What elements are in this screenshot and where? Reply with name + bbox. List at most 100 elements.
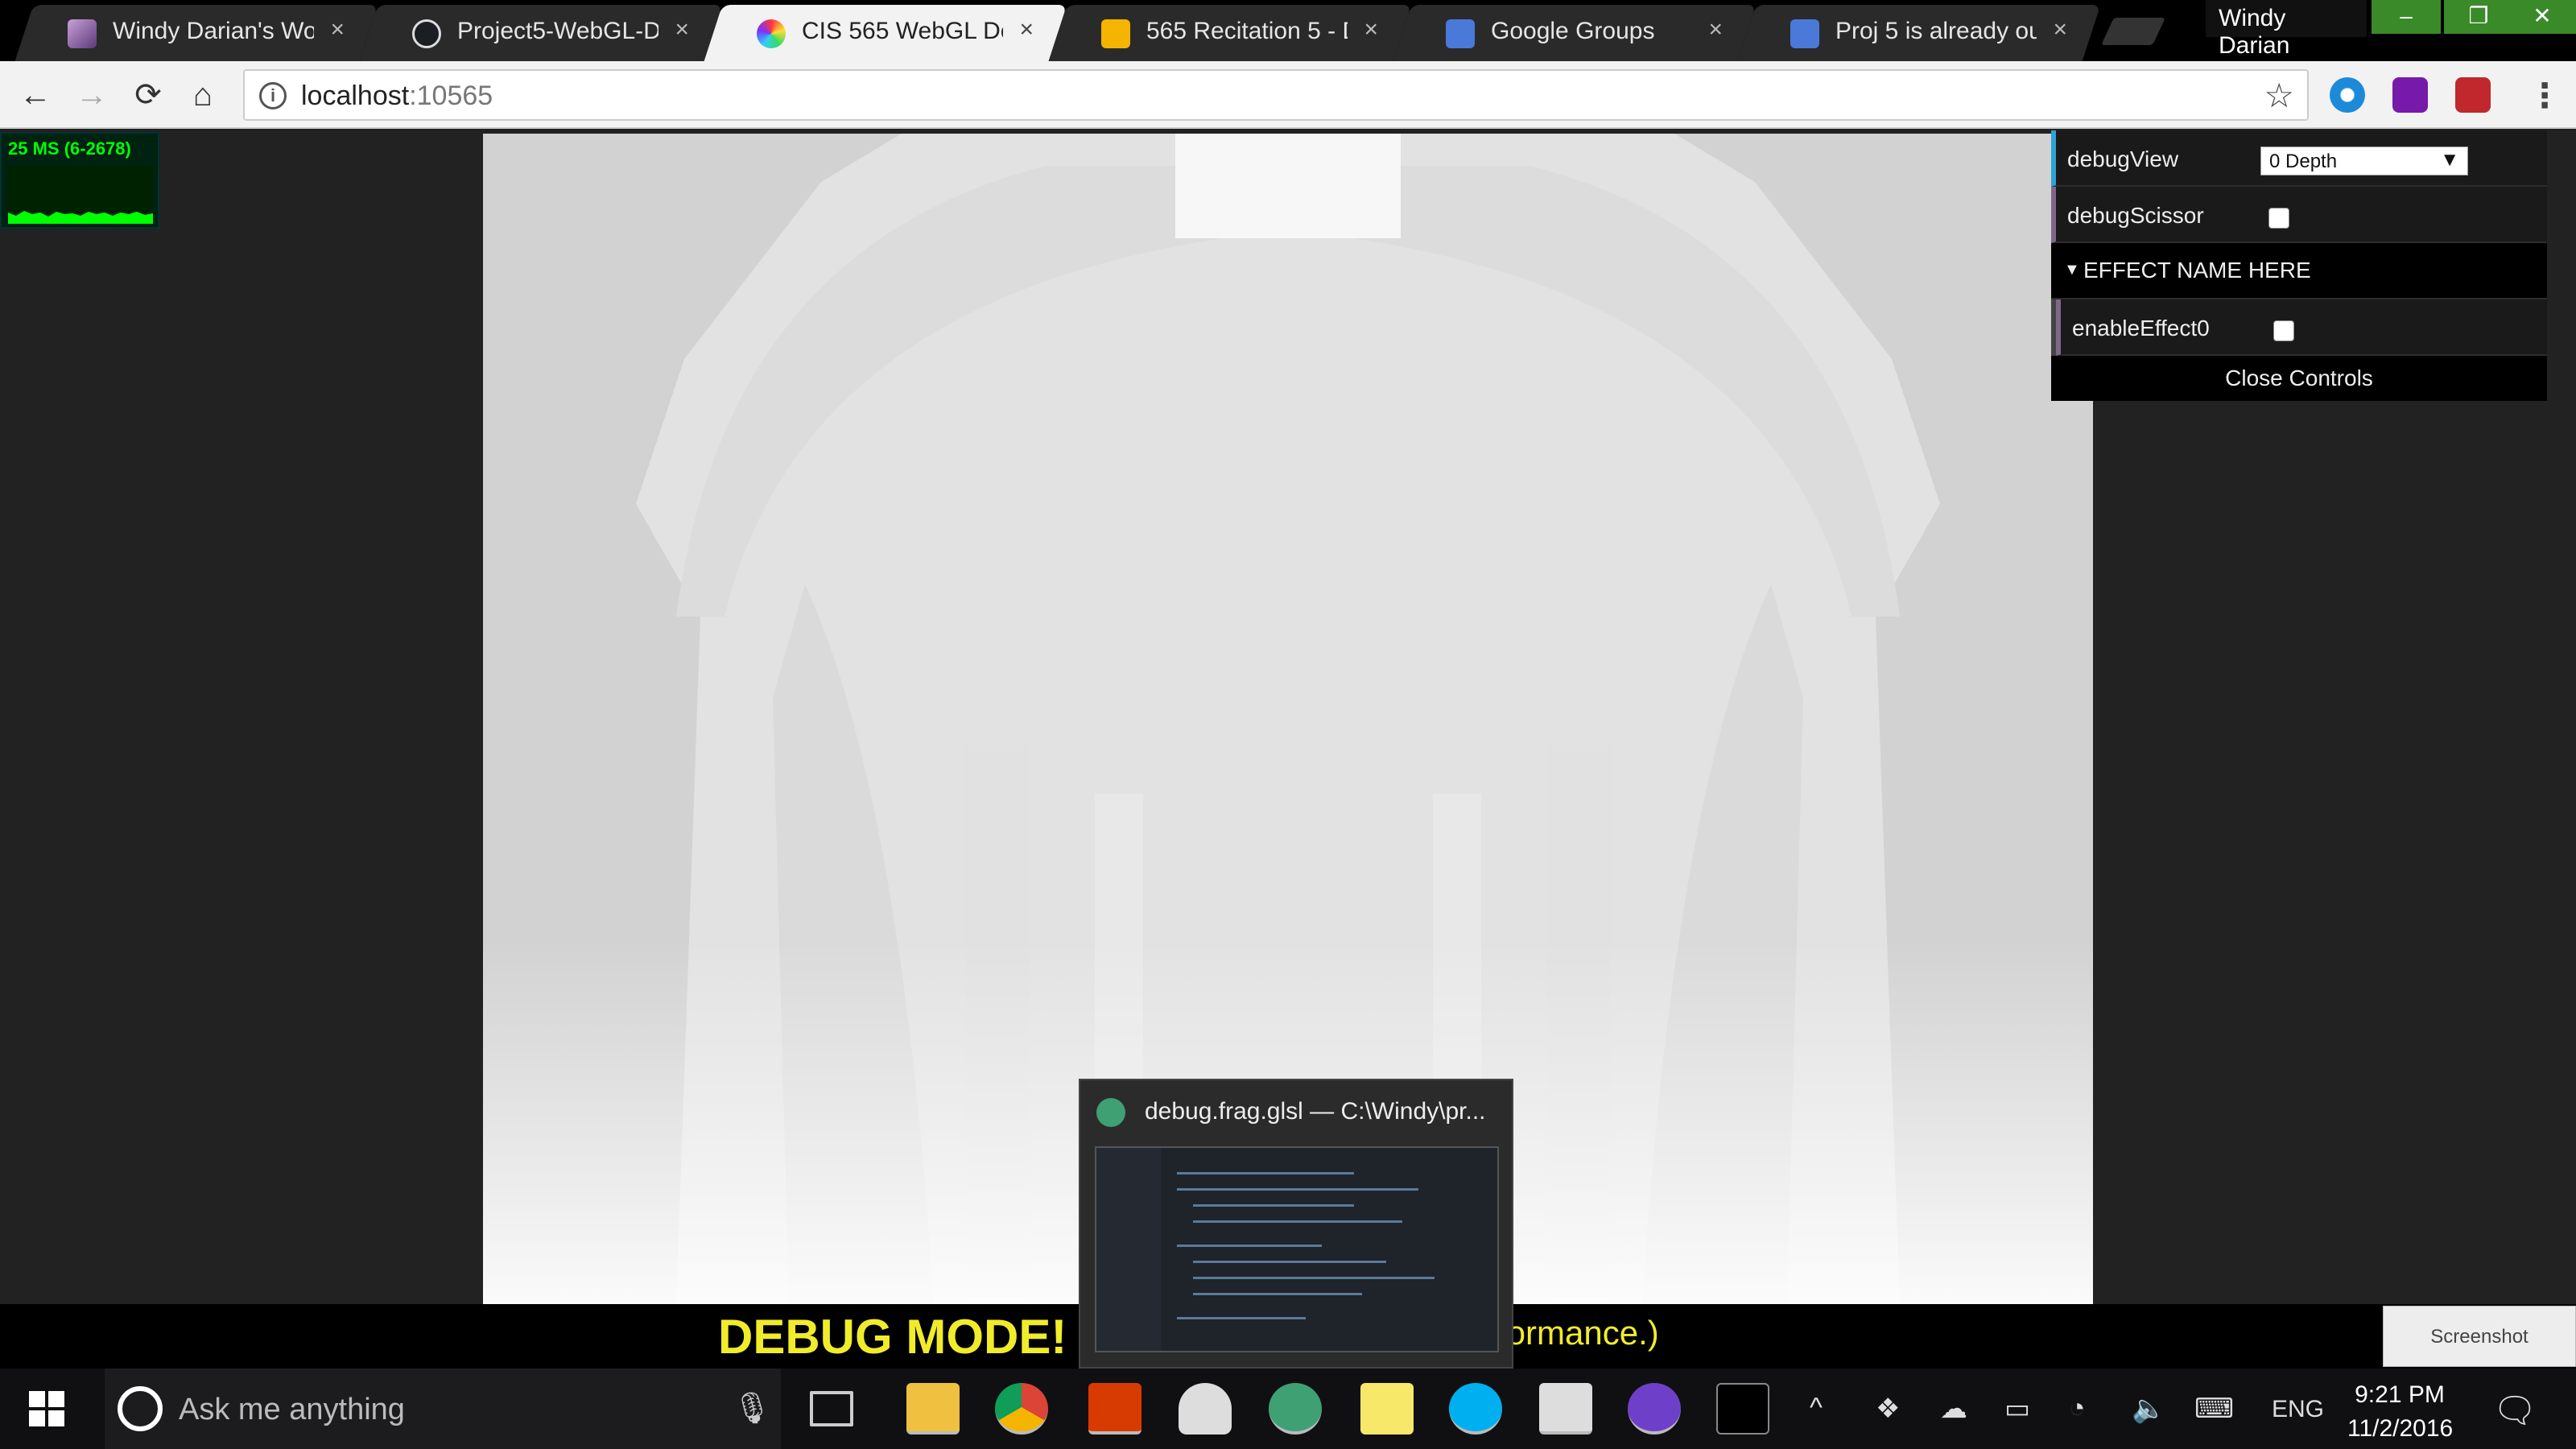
clock-date: 11/2/2016 [2347,1415,2454,1442]
tab-title: Google Groups [1491,18,1655,44]
close-controls-button[interactable]: Close Controls [2051,356,2547,401]
volume-icon[interactable]: 🔈 [2132,1393,2165,1425]
keyboard-icon[interactable]: ⌨ [2194,1393,2234,1425]
github-desktop-icon[interactable] [1628,1383,1681,1435]
skype-icon[interactable] [1449,1383,1502,1435]
debugview-row: debugView 0 Depth ▼ [2051,130,2547,187]
minimize-button[interactable]: – [2372,0,2441,34]
extension-icon[interactable] [2330,77,2365,113]
language-indicator[interactable]: ENG [2272,1396,2324,1423]
debugscissor-checkbox[interactable] [2268,208,2289,229]
url-port: :10565 [409,80,493,111]
tab-565-recitation[interactable]: 565 Recitation 5 - De × [1048,5,1412,61]
atom-icon[interactable] [1269,1383,1322,1435]
tab-project5-github[interactable]: Project5-WebGL-Def × [359,5,723,61]
effect-folder-body: enableEffect0 [2051,299,2547,356]
effect-folder-title[interactable]: ▼ EFFECT NAME HERE [2051,243,2547,299]
clock-time: 9:21 PM [2355,1381,2445,1408]
tab-title: Proj 5 is already out. [1835,18,2037,44]
google-groups-icon [1446,19,1475,48]
browser-menu-icon[interactable]: ⋮ [2528,76,2562,115]
show-hidden-icons-chevron-icon[interactable]: ^ [1810,1393,1823,1424]
jellyfish-app-icon[interactable] [1179,1383,1232,1435]
tab-close-icon[interactable]: × [1364,16,1378,43]
cortana-search-box[interactable]: Ask me anything 🎙 [105,1368,781,1449]
folder-expand-icon: ▼ [2064,261,2080,279]
address-bar[interactable]: i localhost:10565 ☆ [243,69,2309,121]
debugview-label: debugView [2067,147,2179,171]
dropdown-arrow-icon: ▼ [2440,149,2459,171]
new-tab-button[interactable] [2101,18,2165,45]
google-slides-icon [1101,19,1130,48]
terminal-icon[interactable] [1716,1383,1769,1435]
microphone-icon[interactable]: 🎙 [733,1391,771,1426]
close-window-button[interactable]: ✕ [2508,0,2576,34]
windows-start-icon[interactable] [29,1391,64,1426]
battery-icon[interactable]: ▭ [2004,1393,2030,1425]
tab-google-groups[interactable]: Google Groups × [1393,5,1757,61]
pdf-extension-icon[interactable] [2455,77,2491,113]
info-icon[interactable]: i [259,82,287,109]
browser-tab-strip: Windy Darian's Work × Project5-WebGL-Def… [0,0,2576,61]
system-clock[interactable]: 9:21 PM 11/2/2016 [2347,1378,2454,1446]
tab-close-icon[interactable]: × [330,16,345,43]
tab-close-icon[interactable]: × [675,16,689,43]
debugview-select[interactable]: 0 Depth ▼ [2260,147,2468,175]
back-button[interactable]: ← [16,76,55,114]
bookmark-star-icon[interactable]: ☆ [2264,76,2294,115]
enableeffect0-row: enableEffect0 [2056,299,2547,356]
tab-title: 565 Recitation 5 - De [1146,18,1348,44]
wifi-icon[interactable]: ◔ [2069,1393,2086,1424]
github-icon [412,19,441,48]
tab-close-icon[interactable]: × [1708,16,1723,43]
chrome-icon[interactable] [995,1383,1048,1435]
tab-title: Windy Darian's Work [113,18,314,44]
tab-close-icon[interactable]: × [2053,16,2067,43]
google-groups-icon [1790,19,1819,48]
fps-stats-panel[interactable]: 25 MS (6-2678) [0,132,159,229]
home-button[interactable]: ⌂ [184,76,222,114]
reload-button[interactable]: ⟳ [129,76,167,114]
sticky-notes-icon[interactable] [1360,1383,1414,1435]
enableeffect0-label: enableEffect0 [2072,316,2210,341]
thumbnail-window-preview [1095,1146,1499,1352]
debugview-value: 0 Depth [2269,151,2338,172]
tab-title: CIS 565 WebGL Defe [802,18,1003,44]
profile-name[interactable]: Windy Darian [2206,0,2367,59]
file-explorer-icon[interactable] [906,1383,960,1435]
tab-cis565-webgl[interactable]: CIS 565 WebGL Defe × [704,5,1067,61]
onedrive-cloud-icon[interactable]: ☁ [1940,1393,1967,1425]
onenote-icon[interactable] [2392,77,2428,113]
tab-proj5-out[interactable]: Proj 5 is already out. × [1737,5,2101,61]
webgl-sphere-icon [757,19,786,48]
browser-toolbar: ← → ⟳ ⌂ i localhost:10565 ☆ [0,61,2576,129]
debugscissor-row: debugScissor [2051,187,2547,243]
dat-gui-panel: debugView 0 Depth ▼ debugScissor ▼ EFFEC… [2051,130,2547,401]
tab-title: Project5-WebGL-Def [457,18,658,44]
atom-icon [1096,1098,1125,1127]
url-host: localhost [301,80,410,111]
enableeffect0-checkbox[interactable] [2273,320,2294,341]
action-center-icon[interactable]: 🗨 [2492,1389,2537,1431]
search-placeholder: Ask me anything [179,1393,405,1426]
office-icon[interactable] [1088,1383,1141,1435]
windows-taskbar: Ask me anything 🎙 ^ ❖ ☁ ▭ ◔ 🔈 ⌨ ENG 9:21… [0,1368,2576,1449]
tab-windy-darians-work[interactable]: Windy Darian's Work × [14,5,378,61]
debug-mode-subtitle: formance.) [1497,1314,1659,1352]
stats-graph [8,166,153,224]
url-text: localhost:10565 [301,80,493,112]
folder-title-text: EFFECT NAME HERE [2083,258,2311,283]
tab-close-icon[interactable]: × [1019,16,1034,43]
anime-avatar-icon [68,19,97,48]
screenshot-button[interactable]: Screenshot [2383,1306,2576,1367]
thumbnail-title: debug.frag.glsl — C:\Windy\pr... [1145,1098,1486,1125]
forward-button[interactable]: → [72,76,111,114]
debug-mode-title: DEBUG MODE! [718,1310,1067,1364]
maximize-button[interactable]: ❐ [2444,0,2513,34]
taskbar-thumbnail-preview[interactable]: debug.frag.glsl — C:\Windy\pr... [1079,1079,1513,1368]
stats-text: 25 MS (6-2678) [8,138,131,159]
mail-icon[interactable] [1539,1383,1592,1435]
task-view-icon[interactable] [810,1391,853,1426]
cortana-icon [118,1386,163,1431]
dropbox-icon[interactable]: ❖ [1876,1393,1900,1425]
